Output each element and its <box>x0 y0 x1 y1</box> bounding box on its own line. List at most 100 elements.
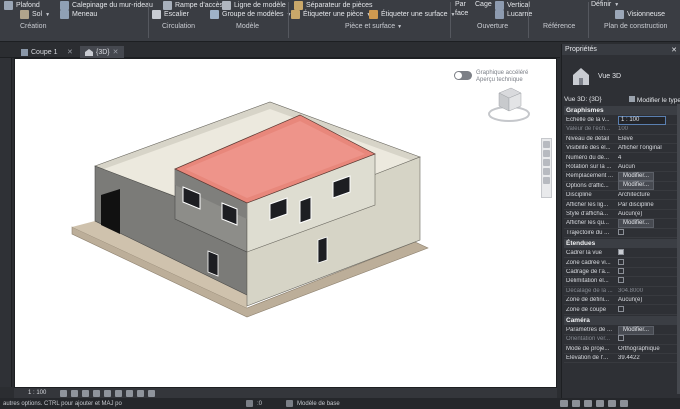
property-value[interactable]: 39.4422 <box>618 355 640 361</box>
property-value[interactable]: 304.8000 <box>618 288 643 294</box>
property-value[interactable]: Architecture <box>618 192 650 198</box>
zoom-icon[interactable] <box>543 150 550 157</box>
lucarne-button[interactable]: Lucarne <box>495 10 532 19</box>
property-value-cell: 1 : 100 <box>616 115 678 125</box>
room-tag-icon <box>291 10 300 19</box>
modify-button[interactable]: Modifier... <box>618 171 655 181</box>
property-checkbox[interactable] <box>618 335 624 342</box>
group-label-modele: Modèle <box>236 23 259 30</box>
sun-path-icon[interactable] <box>82 389 90 397</box>
modify-type-button[interactable]: Modifier le type <box>628 95 680 104</box>
shadows-icon[interactable] <box>93 389 101 397</box>
view-scale[interactable]: 1 : 100 <box>28 390 46 396</box>
close-icon[interactable]: ✕ <box>671 46 677 54</box>
section-header[interactable]: Caméra <box>564 316 678 325</box>
lock-view-icon[interactable] <box>137 389 145 397</box>
select-by-face-icon[interactable] <box>596 400 604 407</box>
ribbon: Plafond Calepinage du mur-rideau Rampe d… <box>0 0 680 42</box>
instance-selector[interactable]: Vue 3D: {3D} Modifier le type <box>564 94 680 105</box>
select-links-icon[interactable] <box>560 400 568 407</box>
zoom-out-icon[interactable] <box>543 168 550 175</box>
property-value[interactable]: Afficher l'original <box>618 145 662 151</box>
modify-button[interactable]: Modifier... <box>618 325 655 335</box>
property-checkbox[interactable] <box>618 228 624 235</box>
navigation-bar[interactable] <box>541 138 552 198</box>
crop-view-icon[interactable] <box>115 389 123 397</box>
escalier-button[interactable]: Escalier <box>152 10 189 19</box>
modify-button[interactable]: Modifier... <box>618 181 655 191</box>
visual-style-icon[interactable] <box>71 389 79 397</box>
vertical-button[interactable]: Vertical <box>495 1 530 10</box>
property-value[interactable]: Elevé <box>618 136 633 142</box>
groupe-button[interactable]: Groupe de modèles▼ <box>210 10 291 19</box>
workset-icon[interactable] <box>246 400 253 407</box>
sol-button[interactable]: Sol ▼ <box>20 10 50 19</box>
property-checkbox[interactable] <box>618 277 624 284</box>
rampe-button[interactable]: Rampe d'accès <box>163 1 223 10</box>
floor-icon <box>20 10 29 19</box>
toggle-switch[interactable] <box>454 71 472 80</box>
properties-title-bar: Propriétés ✕ <box>562 44 680 55</box>
cage-button[interactable]: Cage <box>475 1 492 8</box>
type-selector[interactable]: Vue 3D <box>562 57 680 95</box>
main-model-label[interactable]: Modèle de base <box>297 401 340 407</box>
property-checkbox[interactable] <box>618 305 624 312</box>
house-3d-model[interactable] <box>15 59 557 388</box>
par-face-button[interactable]: Par <box>455 1 466 8</box>
tab-close-coupe-1[interactable]: ✕ <box>62 46 78 58</box>
hide-isolate-icon[interactable] <box>148 389 156 397</box>
section-header[interactable]: Étendues <box>564 239 678 249</box>
steering-wheel-icon[interactable] <box>543 141 550 148</box>
property-value[interactable]: Aucun <box>618 164 635 170</box>
etiqueter-piece-button[interactable]: Étiqueter une pièce▼ <box>291 10 371 19</box>
design-option-icon[interactable] <box>286 400 294 407</box>
modify-button[interactable]: Modifier... <box>618 218 655 228</box>
property-value-cell: Aucun(e) <box>616 211 678 217</box>
render-icon[interactable] <box>104 389 112 397</box>
property-value[interactable]: Par discipline <box>618 202 654 208</box>
property-name: Zone cadrée vi... <box>566 259 611 266</box>
section-header[interactable]: Graphismes <box>564 106 678 115</box>
property-row: Afficher les lig... Par discipline <box>564 201 678 210</box>
tab-coupe-1[interactable]: Coupe 1 <box>16 46 62 58</box>
definir-button[interactable]: Définir ▼ <box>591 1 619 8</box>
tab-3d[interactable]: {3D} ✕ <box>80 46 124 58</box>
drag-elements-icon[interactable] <box>608 400 616 407</box>
property-value[interactable]: Orthographique <box>618 346 660 352</box>
viewcube-icon[interactable] <box>487 79 531 125</box>
filter-icon[interactable] <box>620 400 628 407</box>
property-value[interactable]: Aucun(e) <box>618 297 642 303</box>
project-browser-strip[interactable] <box>0 58 12 387</box>
select-pinned-icon[interactable] <box>584 400 592 407</box>
meneau-button[interactable]: Meneau <box>60 10 97 19</box>
orbit-icon[interactable] <box>543 177 550 184</box>
detail-level-icon[interactable] <box>60 389 68 397</box>
property-checkbox[interactable] <box>618 268 624 275</box>
scale-input[interactable]: 1 : 100 <box>618 115 666 125</box>
property-checkbox[interactable] <box>618 258 624 265</box>
plafond-button[interactable]: Plafond <box>4 1 40 10</box>
property-row: Niveau de détail Elevé <box>564 135 678 144</box>
etiqueter-surface-button[interactable]: Étiqueter une surface ▼ <box>369 10 456 19</box>
status-model-count: :0 <box>257 400 263 407</box>
property-checkbox[interactable] <box>618 249 624 256</box>
ligne-modele-button[interactable]: Ligne de modèle <box>222 1 286 10</box>
group-label-piece-surface[interactable]: Pièce et surface ▼ <box>345 23 402 30</box>
property-value-cell: Modifier... <box>616 325 678 335</box>
visionneuse-button[interactable]: Visionneuse <box>615 10 665 19</box>
close-icon[interactable]: ✕ <box>113 48 119 56</box>
property-row: Zone de défini... Aucun(e) <box>564 296 678 306</box>
property-value[interactable]: 100 <box>618 126 628 132</box>
show-crop-icon[interactable] <box>126 389 134 397</box>
3d-viewport[interactable]: Graphique accéléré Aperçu technique <box>14 58 557 388</box>
property-value[interactable]: Aucun(e) <box>618 211 642 217</box>
property-value-cell: Modifier... <box>616 218 678 228</box>
status-hint: autres options. CTRL pour ajouter et MAJ… <box>3 400 122 407</box>
calepinage-button[interactable]: Calepinage du mur-rideau <box>60 1 153 10</box>
property-value[interactable]: 4 <box>618 155 621 161</box>
property-row: Remplacement ... Modifier... <box>564 171 678 182</box>
select-underlay-icon[interactable] <box>572 400 580 407</box>
separateur-button[interactable]: Séparateur de pièces <box>294 1 373 10</box>
edit-type-icon <box>628 95 635 102</box>
zoom-in-icon[interactable] <box>543 159 550 166</box>
